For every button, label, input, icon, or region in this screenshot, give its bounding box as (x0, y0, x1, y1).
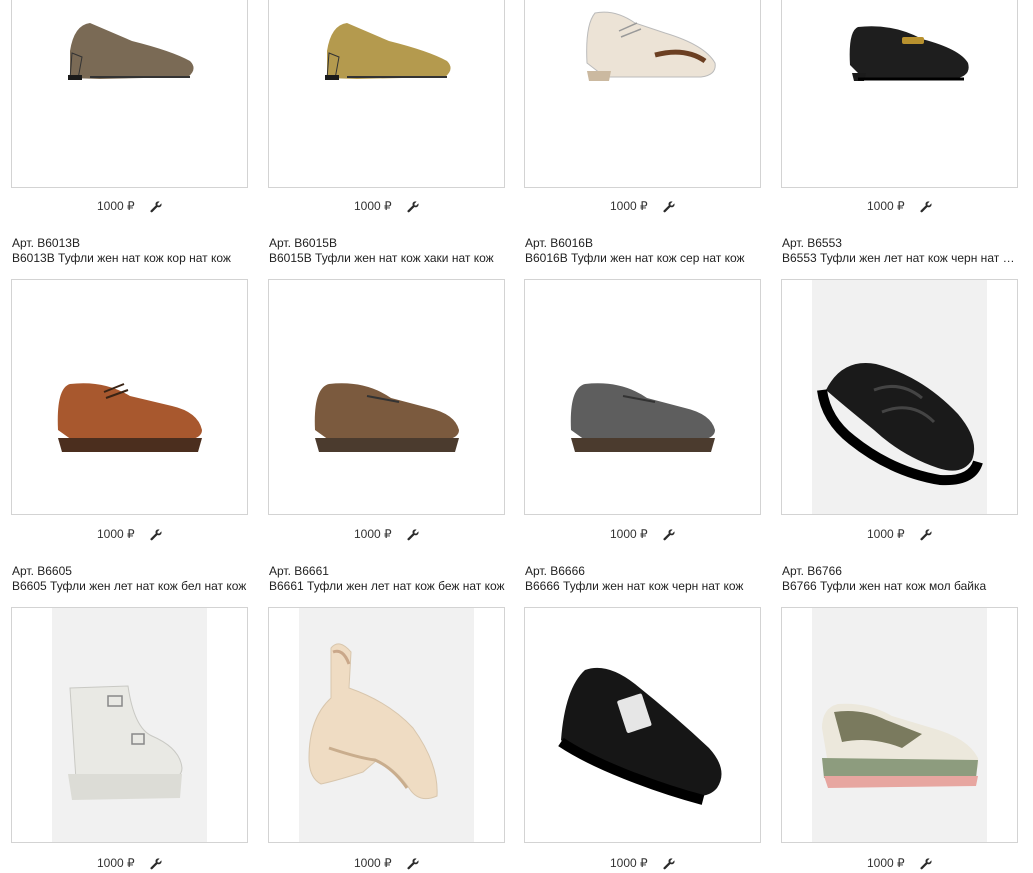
wrench-icon[interactable] (407, 529, 419, 541)
product-image-frame[interactable] (781, 607, 1018, 843)
product-image-frame[interactable] (268, 279, 505, 515)
product-image-frame[interactable] (524, 607, 761, 843)
price-row: 1000 ₽ (524, 856, 761, 870)
product-header: Арт. B6015B B6015B Туфли жен нат кож хак… (269, 236, 505, 266)
product-title-link[interactable]: B6015B Туфли жен нат кож хаки нат кож (269, 251, 505, 266)
product-article: Арт. B6605 (12, 564, 72, 578)
price-row: 1000 ₽ (268, 527, 505, 541)
price-row: 1000 ₽ (11, 199, 248, 213)
product-article: Арт. B6661 (269, 564, 329, 578)
product-header: Арт. B6605 B6605 Туфли жен лет нат кож б… (12, 564, 248, 594)
product-image-frame[interactable] (268, 0, 505, 188)
price-row: 1000 ₽ (11, 527, 248, 541)
product-image-frame[interactable] (781, 279, 1018, 515)
product-image-frame[interactable] (11, 279, 248, 515)
product-price: 1000 ₽ (353, 199, 392, 213)
product-article: Арт. B6016B (525, 236, 593, 250)
price-row: 1000 ₽ (524, 527, 761, 541)
product-title-link[interactable]: B6661 Туфли жен лет нат кож беж нат кож (269, 579, 505, 594)
product-header: Арт. B6016B B6016B Туфли жен нат кож сер… (525, 236, 761, 266)
product-header: Арт. B6013B B6013B Туфли жен нат кож кор… (12, 236, 248, 266)
product-title-link[interactable]: B6013B Туфли жен нат кож кор нат кож (12, 251, 248, 266)
product-article: Арт. B6766 (782, 564, 842, 578)
product-title-link[interactable]: B6766 Туфли жен нат кож мол байка (782, 579, 1018, 594)
product-title-link[interactable]: B6605 Туфли жен лет нат кож бел нат кож (12, 579, 248, 594)
wrench-icon[interactable] (150, 529, 162, 541)
product-image-frame[interactable] (11, 0, 248, 188)
wrench-icon[interactable] (150, 201, 162, 213)
price-row: 1000 ₽ (524, 199, 761, 213)
product-price: 1000 ₽ (96, 527, 135, 541)
product-title-link[interactable]: B6666 Туфли жен нат кож черн нат кож (525, 579, 761, 594)
product-article: Арт. B6553 (782, 236, 842, 250)
product-image-frame[interactable] (524, 279, 761, 515)
price-row: 1000 ₽ (268, 856, 505, 870)
product-title-link[interactable]: B6553 Туфли жен лет нат кож черн нат кож (782, 251, 1018, 266)
product-price: 1000 ₽ (866, 527, 905, 541)
product-header: Арт. B6666 B6666 Туфли жен нат кож черн … (525, 564, 761, 594)
product-price: 1000 ₽ (96, 856, 135, 870)
wrench-icon[interactable] (920, 529, 932, 541)
wrench-icon[interactable] (920, 858, 932, 870)
wrench-icon[interactable] (407, 201, 419, 213)
product-price: 1000 ₽ (96, 199, 135, 213)
price-row: 1000 ₽ (11, 856, 248, 870)
price-row: 1000 ₽ (268, 199, 505, 213)
product-price: 1000 ₽ (353, 856, 392, 870)
wrench-icon[interactable] (663, 858, 675, 870)
wrench-icon[interactable] (150, 858, 162, 870)
product-article: Арт. B6015B (269, 236, 337, 250)
price-row: 1000 ₽ (781, 199, 1018, 213)
product-article: Арт. B6666 (525, 564, 585, 578)
wrench-icon[interactable] (663, 529, 675, 541)
product-header: Арт. B6766 B6766 Туфли жен нат кож мол б… (782, 564, 1018, 594)
product-article: Арт. B6013B (12, 236, 80, 250)
product-image-frame[interactable] (11, 607, 248, 843)
product-price: 1000 ₽ (609, 199, 648, 213)
product-image-frame[interactable] (268, 607, 505, 843)
price-row: 1000 ₽ (781, 527, 1018, 541)
wrench-icon[interactable] (920, 201, 932, 213)
product-price: 1000 ₽ (609, 856, 648, 870)
product-header: Арт. B6661 B6661 Туфли жен лет нат кож б… (269, 564, 505, 594)
product-price: 1000 ₽ (609, 527, 648, 541)
product-price: 1000 ₽ (866, 856, 905, 870)
wrench-icon[interactable] (407, 858, 419, 870)
price-row: 1000 ₽ (781, 856, 1018, 870)
product-header: Арт. B6553 B6553 Туфли жен лет нат кож ч… (782, 236, 1018, 266)
product-image-frame[interactable] (781, 0, 1018, 188)
product-price: 1000 ₽ (866, 199, 905, 213)
product-image-frame[interactable] (524, 0, 761, 188)
wrench-icon[interactable] (663, 201, 675, 213)
product-price: 1000 ₽ (353, 527, 392, 541)
product-title-link[interactable]: B6016B Туфли жен нат кож сер нат кож (525, 251, 761, 266)
